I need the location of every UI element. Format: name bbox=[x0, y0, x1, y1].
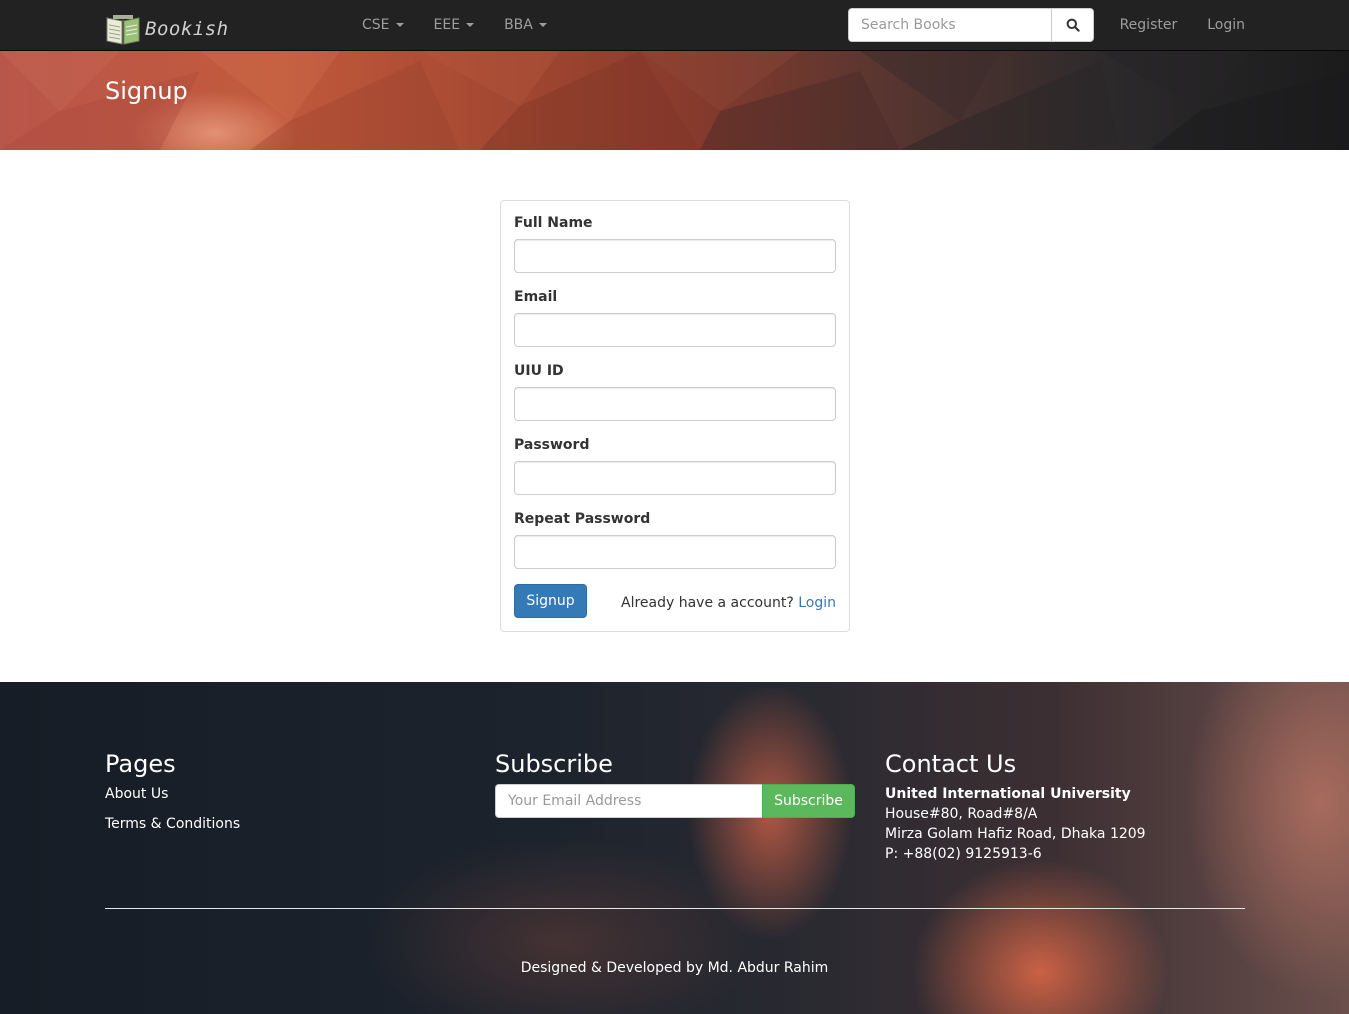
repeat-password-group: Repeat Password bbox=[514, 510, 836, 569]
search-icon bbox=[1066, 18, 1080, 32]
footer-pages-column: Pages About Us Terms & Conditions bbox=[105, 750, 240, 834]
form-actions: Signup Already have a account? Login bbox=[514, 584, 836, 618]
subscribe-form: Subscribe bbox=[495, 784, 855, 818]
search-form bbox=[848, 8, 1094, 42]
subscribe-email-input[interactable] bbox=[495, 784, 762, 818]
register-link[interactable]: Register bbox=[1105, 17, 1193, 33]
footer-contact-column: Contact Us United International Universi… bbox=[885, 750, 1146, 864]
caret-down-icon bbox=[395, 23, 404, 27]
site-footer: Pages About Us Terms & Conditions Subscr… bbox=[0, 682, 1349, 1014]
contact-phone: P: +88(02) 9125913-6 bbox=[885, 846, 1042, 862]
menu-bba-label: BBA bbox=[504, 17, 533, 33]
contact-address-line2: Mirza Golam Hafiz Road, Dhaka 1209 bbox=[885, 826, 1146, 842]
full-name-label: Full Name bbox=[514, 215, 593, 231]
full-name-field[interactable] bbox=[514, 239, 836, 273]
password-group: Password bbox=[514, 436, 836, 495]
login-link[interactable]: Login bbox=[1192, 17, 1260, 33]
uiu-id-label: UIU ID bbox=[514, 363, 564, 379]
email-group: Email bbox=[514, 288, 836, 347]
email-label: Email bbox=[514, 289, 558, 305]
page-header-banner: Signup bbox=[0, 51, 1349, 150]
book-logo-icon bbox=[106, 15, 140, 45]
contact-organization: United International University bbox=[885, 786, 1131, 802]
contact-heading: Contact Us bbox=[885, 750, 1017, 778]
login-prompt: Already have a account? Login bbox=[621, 595, 836, 611]
uiu-id-field[interactable] bbox=[514, 387, 836, 421]
email-field[interactable] bbox=[514, 313, 836, 347]
footer-divider bbox=[105, 908, 1245, 909]
brand-name: Bookish bbox=[145, 18, 229, 40]
top-navbar: Bookish CSE EEE BBA Register Login bbox=[0, 0, 1349, 51]
brand[interactable]: Bookish bbox=[105, 13, 229, 45]
menu-bba-dropdown[interactable]: BBA bbox=[489, 0, 562, 50]
menu-cse-label: CSE bbox=[362, 17, 390, 33]
login-prompt-link[interactable]: Login bbox=[798, 595, 836, 611]
menu-cse-dropdown[interactable]: CSE bbox=[347, 0, 419, 50]
signup-form-panel: Full Name Email UIU ID Password Repeat P… bbox=[500, 200, 850, 632]
repeat-password-label: Repeat Password bbox=[514, 511, 651, 527]
menu-eee-label: EEE bbox=[433, 17, 461, 33]
footer-subscribe-column: Subscribe Subscribe bbox=[495, 750, 855, 818]
signup-button[interactable]: Signup bbox=[514, 584, 587, 618]
search-button[interactable] bbox=[1051, 8, 1094, 42]
repeat-password-field[interactable] bbox=[514, 535, 836, 569]
uiu-id-group: UIU ID bbox=[514, 362, 836, 421]
contact-address-line1: House#80, Road#8/A bbox=[885, 806, 1038, 822]
pages-heading: Pages bbox=[105, 750, 176, 778]
lowpoly-background bbox=[0, 51, 1349, 150]
caret-down-icon bbox=[538, 23, 547, 27]
contact-details: United International University House#80… bbox=[885, 784, 1146, 864]
search-input[interactable] bbox=[848, 8, 1051, 42]
menu-eee-dropdown[interactable]: EEE bbox=[419, 0, 490, 50]
account-links: Register Login bbox=[1105, 0, 1260, 50]
about-us-link[interactable]: About Us bbox=[105, 784, 240, 804]
password-label: Password bbox=[514, 437, 590, 453]
category-menu: CSE EEE BBA bbox=[347, 0, 562, 50]
page-title: Signup bbox=[105, 77, 188, 105]
subscribe-button[interactable]: Subscribe bbox=[762, 784, 855, 818]
subscribe-heading: Subscribe bbox=[495, 750, 613, 778]
password-field[interactable] bbox=[514, 461, 836, 495]
terms-link[interactable]: Terms & Conditions bbox=[105, 814, 240, 834]
full-name-group: Full Name bbox=[514, 214, 836, 273]
footer-credit: Designed & Developed by Md. Abdur Rahim bbox=[520, 960, 829, 976]
caret-down-icon bbox=[466, 23, 475, 27]
login-prompt-text: Already have a account? bbox=[621, 595, 794, 611]
